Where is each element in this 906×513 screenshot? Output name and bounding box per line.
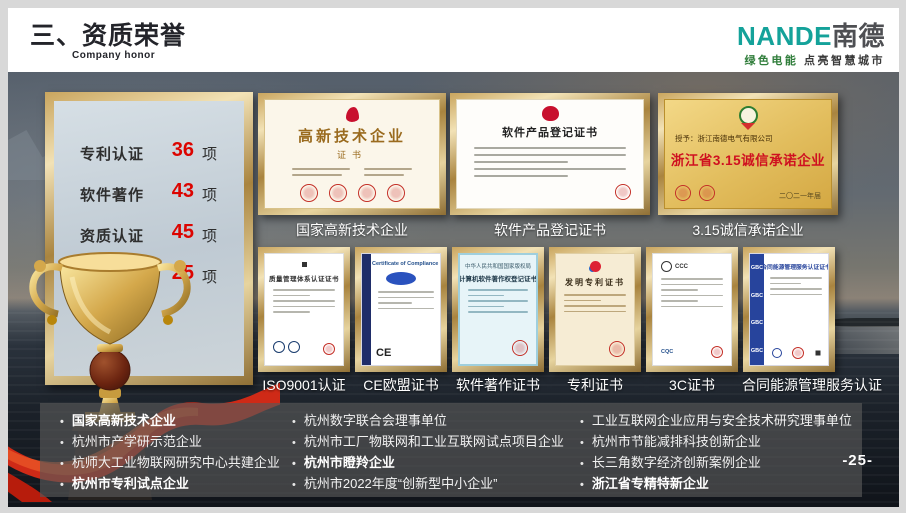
ce-mark: CE xyxy=(376,347,391,359)
hitech-cert-subtitle: 证书 xyxy=(337,148,367,161)
software-cert-title: 软件产品登记证书 xyxy=(502,124,598,140)
page-title: 三、资质荣誉 xyxy=(30,16,186,52)
patent-cert-title: 发明专利证书 xyxy=(565,277,625,288)
copyright-office-line: 中华人民共和国国家版权局 xyxy=(465,262,531,270)
slide-body-photo: 专利认证 36 项 软件著作 43 项 资质认证 45 项 xyxy=(8,72,899,507)
patent-emblem-icon xyxy=(590,261,601,272)
cert-iso9001: 质量管理体系认证证书 xyxy=(258,247,350,372)
caption-national-hightech: 国家高新技术企业 xyxy=(296,220,408,240)
slide-header: 三、资质荣誉 Company honor NANDE南德 绿色电能 点亮智慧城市 xyxy=(8,8,899,72)
ce-side-band xyxy=(362,254,371,365)
cert-patent: 发明专利证书 xyxy=(549,247,641,372)
honor-item: 杭州市产学研示范企业 xyxy=(60,432,295,453)
caption-energy-management: 合同能源管理服务认证 xyxy=(742,375,882,395)
honor-item: 杭州市工厂物联网和工业互联网试点项目企业 xyxy=(292,432,577,453)
honor-item: 工业互联网企业应用与安全技术研究理事单位 xyxy=(580,411,880,432)
caption-software-copyright: 软件著作证书 xyxy=(456,375,540,395)
stat-row-software: 软件著作 43 项 xyxy=(54,176,244,217)
ce-badge-icon xyxy=(386,272,416,285)
blue-seal-icon xyxy=(772,348,782,358)
honor-item: 杭师大工业物联网研究中心共建企业 xyxy=(60,453,295,474)
red-seal-icon xyxy=(792,347,804,359)
iso-cert-title: 质量管理体系认证证书 xyxy=(269,273,339,283)
national-emblem-icon xyxy=(542,106,559,121)
screenshot-canvas: 三、资质荣誉 Company honor NANDE南德 绿色电能 点亮智慧城市… xyxy=(0,0,906,513)
red-seal-icon xyxy=(615,184,631,200)
cnas-logo-icon xyxy=(288,341,300,353)
honor-item: 长三角数字经济创新案例企业 xyxy=(580,453,880,474)
honors-column-2: 杭州数字联合会理事单位 杭州市工厂物联网和工业互联网试点项目企业 杭州市瞪羚企业… xyxy=(292,411,577,495)
red-seal-icon xyxy=(512,340,528,356)
cert-ce: Certificate of Compliance CE xyxy=(355,247,447,372)
presentation-slide: 三、资质荣誉 Company honor NANDE南德 绿色电能 点亮智慧城市… xyxy=(8,8,899,507)
page-number: -25- xyxy=(842,452,873,469)
c315-cert-title: 浙江省3.15诚信承诺企业 xyxy=(671,149,825,169)
cert-national-hightech: 高新技术企业 证书 xyxy=(258,93,446,215)
caption-ce: CE欧盟证书 xyxy=(363,375,438,395)
iaf-logo-icon xyxy=(273,341,285,353)
honor-item: 杭州市节能减排科技创新企业 xyxy=(580,432,880,453)
caption-iso9001: ISO9001认证 xyxy=(262,375,345,395)
honors-panel: 国家高新技术企业 杭州市产学研示范企业 杭师大工业物联网研究中心共建企业 杭州市… xyxy=(40,403,862,497)
ce-cert-title: Certificate of Compliance xyxy=(372,261,438,267)
grant-line: 授予：浙江南德电气有限公司 xyxy=(675,133,821,144)
page-subtitle: Company honor xyxy=(72,50,155,61)
logo-latin-text: NANDE xyxy=(737,21,832,51)
cert-energy-management: GBC GBC GBC GBC 合同能源管理服务认证证书 xyxy=(743,247,835,372)
caption-3c: 3C证书 xyxy=(669,375,715,395)
cert-software-copyright: 中华人民共和国国家版权局 计算机软件著作权登记证书 xyxy=(452,247,544,372)
caption-315: 3.15诚信承诺企业 xyxy=(692,220,803,240)
honor-item: 杭州数字联合会理事单位 xyxy=(292,411,577,432)
c315-year: 二〇二一年届 xyxy=(779,191,821,201)
red-seal-icon xyxy=(609,341,625,357)
logo-tagline: 绿色电能 点亮智慧城市 xyxy=(744,52,885,68)
logo-cjk-text: 南德 xyxy=(832,21,885,51)
qr-code-icon xyxy=(814,349,822,357)
red-seal-icon xyxy=(323,343,335,355)
hitech-emblem-icon xyxy=(346,107,359,122)
ccc-mark: CCC xyxy=(675,264,688,270)
iso-mark-icon xyxy=(300,260,309,269)
red-seal-icon xyxy=(711,346,723,358)
cert-3c: CCC CQC xyxy=(646,247,738,372)
stat-row-patents: 专利认证 36 项 xyxy=(54,135,244,176)
ribbon-banner-icon xyxy=(741,123,755,130)
cert-software-product: 软件产品登记证书 xyxy=(450,93,650,215)
hitech-cert-title: 高新技术企业 xyxy=(298,125,406,146)
caption-software-product: 软件产品登记证书 xyxy=(494,220,606,240)
cert-315-integrity: 授予：浙江南德电气有限公司 浙江省3.15诚信承诺企业 二〇二一年届 xyxy=(658,93,838,215)
copyright-cert-title: 计算机软件著作权登记证书 xyxy=(459,273,537,283)
hitech-seals xyxy=(300,184,405,202)
honor-item: 国家高新技术企业 xyxy=(60,411,295,432)
honor-item: 浙江省专精特新企业 xyxy=(580,474,880,495)
honor-item: 杭州市2022年度“创新型中小企业” xyxy=(292,474,577,495)
gbc-side-band: GBC GBC GBC GBC xyxy=(750,254,764,365)
honors-column-1: 国家高新技术企业 杭州市产学研示范企业 杭师大工业物联网研究中心共建企业 杭州市… xyxy=(60,411,295,495)
cqc-mark: CQC xyxy=(661,349,673,355)
honor-item: 杭州市瞪羚企业 xyxy=(292,453,577,474)
company-logo: NANDE南德 xyxy=(737,16,885,53)
ccc-logo-icon xyxy=(661,261,672,272)
honor-item: 杭州市专利试点企业 xyxy=(60,474,295,495)
energy-cert-title: 合同能源管理服务认证证书 xyxy=(761,262,829,271)
caption-patent: 专利证书 xyxy=(567,375,623,395)
honors-column-3: 工业互联网企业应用与安全技术研究理事单位 杭州市节能减排科技创新企业 长三角数字… xyxy=(580,411,880,495)
